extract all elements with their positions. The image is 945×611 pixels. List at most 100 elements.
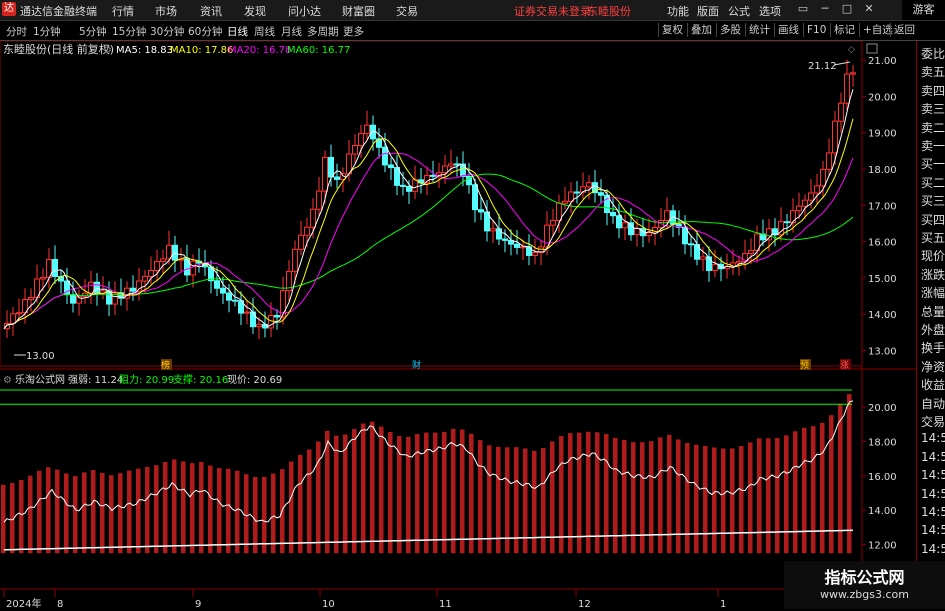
side-panel-item[interactable]: 14:56 [921, 542, 945, 556]
side-panel-item[interactable]: 总量 [921, 303, 945, 320]
side-panel-item[interactable]: 换手 [921, 339, 945, 356]
side-panel-item[interactable]: 卖二 [921, 119, 945, 136]
period-tab-5min[interactable]: 5分钟 [79, 24, 107, 39]
side-panel-item[interactable]: 14:56 [921, 487, 945, 501]
candle-body [814, 185, 820, 194]
maximize-icon[interactable]: □ [840, 2, 854, 16]
period-tab-1min[interactable]: 1分钟 [33, 24, 61, 39]
indicator-tick-label: 16.00 [868, 472, 897, 483]
close-icon[interactable]: ✕ [862, 2, 876, 16]
side-panel-item[interactable]: 14:56 [921, 505, 945, 519]
indicator-name: 乐淘公式网 [15, 373, 65, 386]
menu-function[interactable]: 功能 [667, 3, 689, 19]
period-tab-daily[interactable]: 日线 [227, 24, 248, 39]
menu-market[interactable]: 市场 [155, 3, 177, 19]
indicator-settings-icon[interactable]: ⚙ [3, 375, 12, 386]
f10-button[interactable]: F10 [803, 23, 829, 37]
candle-body [358, 133, 364, 147]
side-panel-item[interactable]: 卖四 [921, 82, 945, 99]
price-axis: 21.00 20.00 19.00 18.00 17.00 16.00 15.00 14.00… [862, 56, 897, 358]
period-tab-more[interactable]: 更多 [343, 24, 364, 39]
login-notice[interactable]: 证券交易未登录 [514, 3, 591, 19]
candle-body [838, 102, 844, 122]
side-panel-item[interactable]: 买四 [921, 211, 945, 228]
menu-layout[interactable]: 版面 [697, 3, 719, 19]
marker-forecast[interactable]: 预 [800, 360, 809, 371]
side-panel-item[interactable]: 卖三 [921, 100, 945, 117]
side-panel-item[interactable]: 现价 [921, 247, 945, 264]
side-panel-item[interactable]: 14:56 [921, 431, 945, 445]
indicator-bar [847, 394, 852, 554]
candle-body [514, 243, 520, 248]
side-panel-item[interactable]: 外盘 [921, 321, 945, 338]
candle-body [574, 191, 580, 194]
period-tab-60min[interactable]: 60分钟 [188, 24, 222, 39]
side-panel-item[interactable]: 委比 [921, 45, 945, 62]
period-tab-30min[interactable]: 30分钟 [150, 24, 184, 39]
side-panel-item[interactable]: 涨跌 [921, 266, 945, 283]
expand-icon[interactable]: ◇ [848, 45, 855, 55]
candle-body [664, 210, 670, 221]
period-tab-15min[interactable]: 15分钟 [112, 24, 146, 39]
menu-discover[interactable]: 发现 [244, 3, 266, 19]
ma20-label: MA20: 16.78 [228, 45, 291, 56]
side-panel-item[interactable]: 买一 [921, 155, 945, 172]
side-panel-item[interactable]: 14:56 [921, 468, 945, 482]
quote-side-panel[interactable]: 委比 卖五卖四 卖三卖二 卖一 买一买二 买三买四 买五 现价涨跌 涨幅总量 外盘 换手净资 收益自动… [916, 41, 945, 609]
period-tab-monthly[interactable]: 月线 [281, 24, 302, 39]
side-panel-item[interactable]: 净资 [921, 358, 945, 375]
period-tab-weekly[interactable]: 周线 [254, 24, 275, 39]
menu-news[interactable]: 资讯 [200, 3, 222, 19]
indicator-bar [658, 437, 663, 554]
candle-body [796, 205, 802, 212]
minimize-icon[interactable]: ─ [818, 2, 832, 16]
side-panel-item[interactable]: 卖五 [921, 63, 945, 80]
guest-user[interactable]: 游客 [902, 0, 945, 20]
menu-trade[interactable]: 交易 [396, 3, 418, 19]
menu-quotes[interactable]: 行情 [112, 3, 134, 19]
candle-body [478, 209, 484, 213]
candle-body [274, 315, 280, 318]
candle-body [736, 260, 742, 264]
side-panel-item[interactable]: 14:56 [921, 523, 945, 537]
side-panel-item[interactable]: 涨幅 [921, 284, 945, 301]
menu-formula[interactable]: 公式 [728, 3, 750, 19]
menu-wealth[interactable]: 财富圈 [342, 3, 375, 19]
back-button[interactable]: 返回 [890, 23, 918, 37]
marker-limit-up[interactable]: 涨 [840, 360, 849, 371]
window-icon[interactable] [866, 43, 878, 54]
side-panel-item[interactable]: 买二 [921, 174, 945, 191]
menu-options[interactable]: 选项 [759, 3, 781, 19]
adjust-button[interactable]: 复权 [658, 23, 686, 37]
candle-body [826, 152, 832, 170]
draw-line-button[interactable]: 画线 [774, 23, 802, 37]
indicator-bar [1, 484, 6, 554]
marker-rank[interactable]: 榜 [161, 359, 170, 371]
stats-button[interactable]: 统计 [745, 23, 773, 37]
multi-stock-button[interactable]: 多股 [716, 23, 744, 37]
settings-icon[interactable]: ⚙ [103, 45, 112, 56]
period-tab-multi[interactable]: 多周期 [307, 24, 339, 39]
indicator-bar [487, 445, 492, 554]
menu-ask[interactable]: 问小达 [288, 3, 321, 19]
side-panel-item[interactable]: 收益 [921, 376, 945, 393]
side-panel-item[interactable]: 自动 [921, 395, 945, 412]
indicator-bar [370, 421, 375, 554]
period-tab-timeshare[interactable]: 分时 [6, 24, 27, 39]
side-panel-item[interactable]: 买三 [921, 192, 945, 209]
ma5-label: MA5: 18.83 [116, 45, 173, 56]
indicator-bar [55, 469, 60, 554]
side-panel-item[interactable]: 买五 [921, 229, 945, 246]
side-panel-item[interactable]: 14:56 [921, 450, 945, 464]
mark-button[interactable]: 标记 [830, 23, 858, 37]
price-tick-label: 20.00 [868, 92, 897, 103]
candle-body [748, 249, 754, 255]
side-panel-item[interactable]: 交易 [921, 413, 945, 430]
marker-finance[interactable]: 财 [412, 359, 421, 371]
overlay-button[interactable]: 叠加 [687, 23, 715, 37]
side-panel-item[interactable]: 卖一 [921, 137, 945, 154]
indicator-bar [685, 443, 690, 554]
kline-chart-area[interactable]: 东睦股份(日线 前复权) ⚙ MA5: 18.83 MA10: 17.86 MA… [0, 41, 916, 611]
restore-icon[interactable]: ▭ [796, 2, 810, 16]
indicator-tick-label: 12.00 [868, 541, 897, 552]
